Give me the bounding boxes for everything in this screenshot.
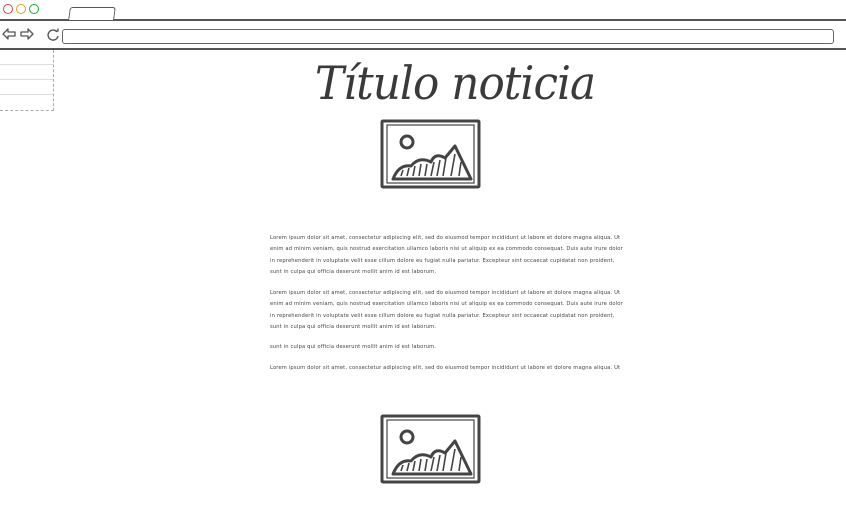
back-arrow-icon[interactable] (2, 28, 16, 40)
minimize-window-button[interactable] (16, 4, 26, 14)
article-paragraph: Lorem ipsum dolor sit amet, consectetur … (270, 365, 621, 371)
article-paragraph: Lorem ipsum dolor sit amet, consectetur … (270, 290, 623, 330)
image-placeholder-icon[interactable] (379, 413, 482, 485)
tab-bar (0, 0, 846, 21)
article-paragraph: sunt in culpa qui officia deserunt molli… (270, 344, 437, 350)
forward-arrow-icon[interactable] (20, 28, 34, 40)
navigation-bar (0, 21, 846, 50)
article-paragraph: Lorem ipsum dolor sit amet, consectetur … (270, 235, 623, 275)
image-placeholder-icon[interactable] (379, 118, 482, 190)
close-window-button[interactable] (3, 4, 13, 14)
browser-chrome (0, 0, 846, 50)
browser-tab[interactable] (68, 7, 116, 20)
reload-icon[interactable] (46, 28, 60, 42)
address-bar[interactable] (62, 29, 834, 44)
maximize-window-button[interactable] (29, 4, 39, 14)
page-title: Título noticia (314, 56, 596, 110)
